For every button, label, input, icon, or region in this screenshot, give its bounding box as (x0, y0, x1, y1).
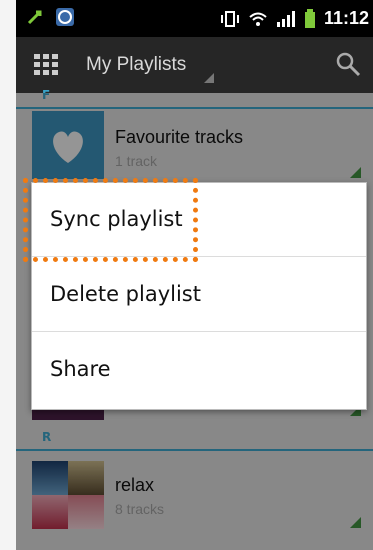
menu-item-label: Delete playlist (50, 282, 201, 306)
dropdown-caret-icon (204, 73, 214, 83)
menu-item-delete-playlist[interactable]: Delete playlist (32, 258, 366, 332)
action-bar: My Playlists (16, 37, 373, 93)
apps-grid-icon[interactable] (34, 54, 58, 76)
status-right-icons: 11:12 (220, 8, 369, 29)
vibrate-icon (220, 10, 239, 27)
search-icon[interactable] (335, 51, 361, 77)
battery-icon (304, 8, 315, 28)
signal-icon (276, 10, 295, 27)
page-title[interactable]: My Playlists (86, 54, 186, 76)
app-notification-icon (56, 8, 74, 26)
menu-item-label: Share (50, 357, 111, 381)
context-menu: Sync playlist Delete playlist Share (31, 182, 367, 410)
phone-screen: 11:12 My Playlists F Favourite tracks 1 … (16, 0, 373, 550)
menu-item-label: Sync playlist (50, 207, 183, 231)
menu-item-sync-playlist[interactable]: Sync playlist (32, 183, 366, 257)
status-left-icons (26, 6, 76, 28)
wifi-icon (249, 12, 267, 26)
menu-item-share[interactable]: Share (32, 333, 366, 407)
usb-icon (27, 10, 42, 25)
status-bar: 11:12 (16, 0, 373, 37)
status-time: 11:12 (323, 8, 369, 28)
